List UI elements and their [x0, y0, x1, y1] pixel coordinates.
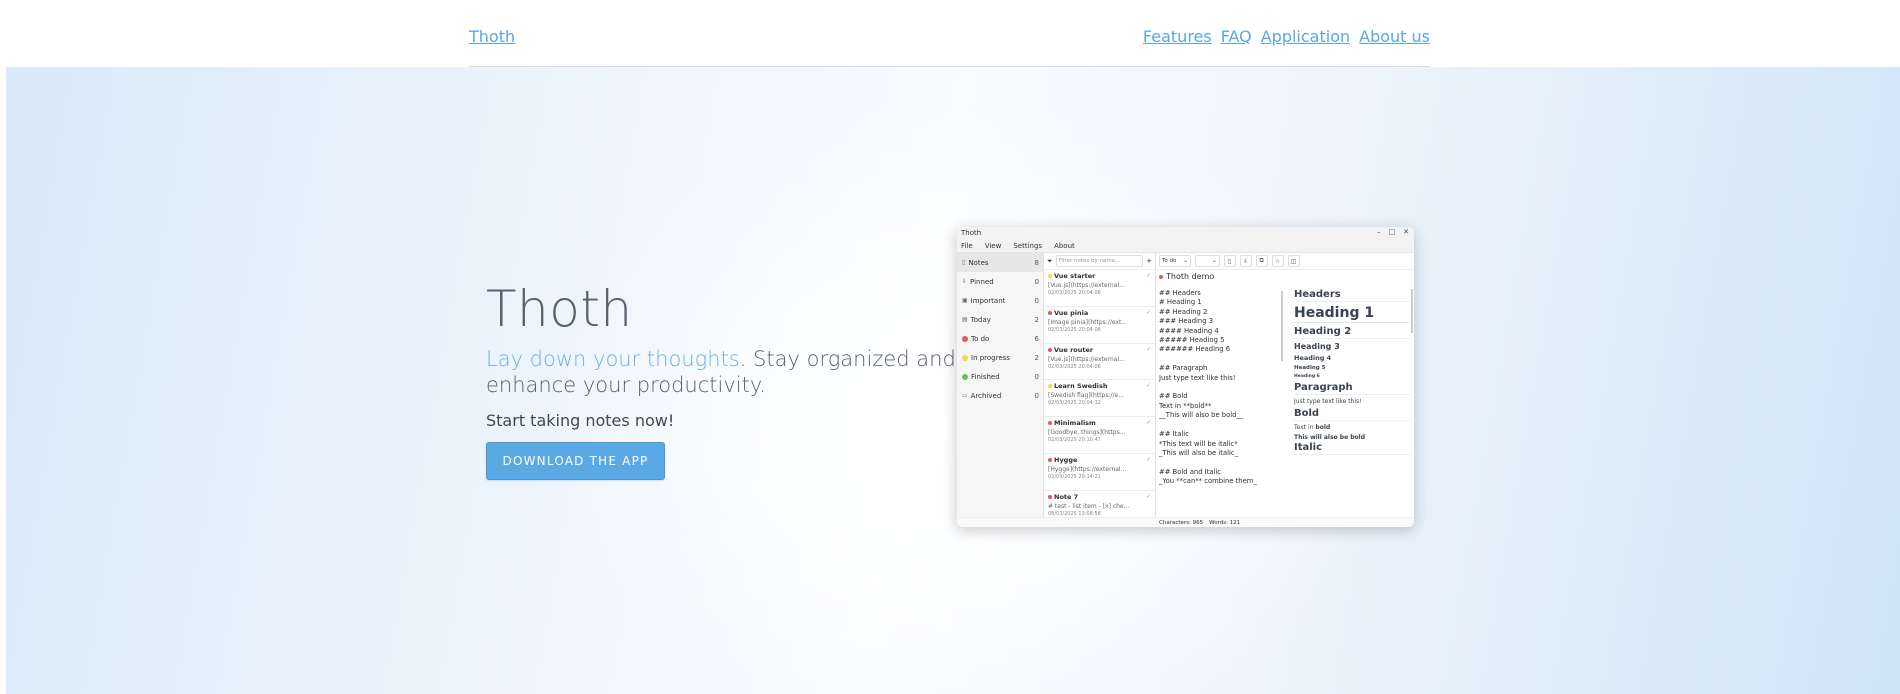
list-item: Learn Swedish [Swedish flag](https://e...…: [1044, 380, 1155, 418]
archive-icon: ▭: [962, 392, 968, 399]
category-select: ⌄: [1195, 255, 1220, 267]
preview-bold-text2: This will also be bold: [1294, 434, 1365, 441]
sidebar-item-important: ▣ Important 0: [962, 296, 1039, 305]
download-app-button[interactable]: DOWNLOAD THE APP: [486, 442, 665, 480]
sidebar-item-pinned: ⇩ Pinned 0: [962, 277, 1039, 286]
brand-link[interactable]: Thoth: [469, 27, 515, 46]
preview-italic: Italic: [1294, 442, 1410, 455]
nav-link-faq[interactable]: FAQ: [1221, 27, 1252, 46]
maximize-icon: □: [1388, 228, 1396, 236]
note-editor: To do ⌄ ⌄ ▯ ⇩ ⧉ ☆ ◫ Thoth demo ## Header…: [1156, 253, 1414, 527]
preview-paragraph: Paragraph: [1294, 382, 1410, 395]
note-list: ⏷ Filter notes by name... + Vue starter[…: [1044, 253, 1156, 527]
hero-tagline: Lay down your thoughts. Stay organized a…: [486, 346, 956, 398]
add-note-icon: +: [1146, 257, 1152, 265]
preview-paragraph-text: Just type text like this!: [1294, 398, 1362, 405]
list-item: Vue pinia [Image pinia](https://ext... 02/…: [1044, 307, 1155, 344]
top-nav: Thoth Features FAQ Application About us: [469, 0, 1430, 67]
check-icon: ✓: [1145, 345, 1151, 353]
status-bar: Characters: 965 Words: 121: [957, 517, 1414, 527]
check-icon: ✓: [1145, 455, 1151, 463]
filter-icon: ⏷: [1047, 256, 1053, 265]
sidebar-item-notes: ▯ Notes 8: [957, 253, 1043, 272]
preview-h3: Heading 3: [1294, 342, 1340, 351]
scrollbar: [1281, 291, 1283, 361]
tagline-accent: Lay down your thoughts: [486, 347, 740, 371]
sidebar-item-to-do: To do 6: [957, 329, 1043, 348]
menu-view: View: [984, 241, 1002, 250]
sidebar-item-finished: Finished 0: [957, 367, 1043, 386]
pin-icon: ⇩: [1239, 255, 1252, 267]
app-menubar: File View Settings About: [957, 239, 1414, 253]
preview-h6: Heading 6: [1294, 374, 1320, 379]
nav-link-application[interactable]: Application: [1261, 27, 1350, 46]
check-icon: ✓: [1145, 492, 1151, 500]
window-title: Thoth: [961, 229, 982, 237]
window-titlebar: Thoth – □ ✕: [957, 227, 1414, 239]
list-item: Minimalism [Goodbye, things](https... 02/0…: [1044, 417, 1155, 454]
check-icon: ✓: [1145, 382, 1151, 390]
sidebar-item-in-progress: In progress 2: [957, 348, 1043, 367]
cta-text: Start taking notes now!: [486, 411, 675, 430]
check-icon: ✓: [1145, 419, 1151, 427]
status-select: To do ⌄: [1159, 255, 1192, 267]
list-item: Vue starter [Vue.js](https://external... 0…: [1044, 270, 1155, 307]
markdown-preview: Headers Heading 1 Heading 2 Heading 3 He…: [1294, 289, 1410, 495]
preview-bold-line: Text in bold: [1294, 424, 1331, 431]
preview-h4: Heading 4: [1294, 354, 1332, 362]
sidebar-item-archived: ▭ Archived 0: [962, 391, 1039, 400]
list-item: Hygge [Hygge](https://external... 02/03/20…: [1044, 454, 1155, 491]
app-screenshot: Thoth – □ ✕ File View Settings About ▯ No…: [957, 227, 1414, 527]
copy-icon: ⧉: [1255, 255, 1268, 267]
filter-input: Filter notes by name...: [1055, 255, 1144, 267]
hero-title: Thoth: [486, 280, 633, 338]
document-icon: ▯: [1223, 255, 1236, 267]
note-icon: ▯: [962, 259, 966, 266]
pin-icon: ⇩: [962, 278, 968, 285]
word-count: Words: 121: [1209, 519, 1241, 526]
nav-link-features[interactable]: Features: [1143, 27, 1212, 46]
preview-bold: Bold: [1294, 408, 1410, 421]
star-icon: ☆: [1271, 255, 1284, 267]
nav-link-about-us[interactable]: About us: [1359, 27, 1430, 46]
markdown-source: ## Headers # Heading 1 ## Heading 2 ### …: [1159, 289, 1257, 486]
note-title: Thoth demo: [1159, 272, 1214, 281]
preview-h1: Heading 1: [1294, 305, 1410, 323]
check-icon: ✓: [1145, 308, 1151, 316]
nav-links: Features FAQ Application About us: [1143, 27, 1430, 46]
split-view-icon: ◫: [1287, 255, 1300, 267]
preview-h5: Heading 5: [1294, 365, 1326, 371]
char-count: Characters: 965: [1159, 519, 1204, 526]
preview-headers: Headers: [1294, 289, 1410, 302]
minimize-icon: –: [1377, 228, 1381, 236]
app-sidebar: ▯ Notes 8 ⇩ Pinned 0 ▣ Important 0 ▤ Today 2 To …: [957, 253, 1044, 527]
close-icon: ✕: [1403, 228, 1409, 236]
calendar-icon: ▤: [962, 316, 968, 323]
preview-h2: Heading 2: [1294, 326, 1410, 339]
menu-settings: Settings: [1013, 241, 1043, 250]
status-dot: [962, 373, 968, 380]
menu-about: About: [1054, 241, 1075, 250]
scrollbar: [1411, 289, 1413, 333]
important-icon: ▣: [962, 297, 968, 304]
check-icon: ✓: [1145, 272, 1151, 279]
sidebar-item-today: ▤ Today 2: [962, 315, 1039, 324]
status-dot: [962, 354, 968, 361]
menu-file: File: [961, 241, 973, 250]
list-item: Vue router [Vue.js](https://external... 02…: [1044, 344, 1155, 381]
status-dot: [962, 335, 968, 342]
